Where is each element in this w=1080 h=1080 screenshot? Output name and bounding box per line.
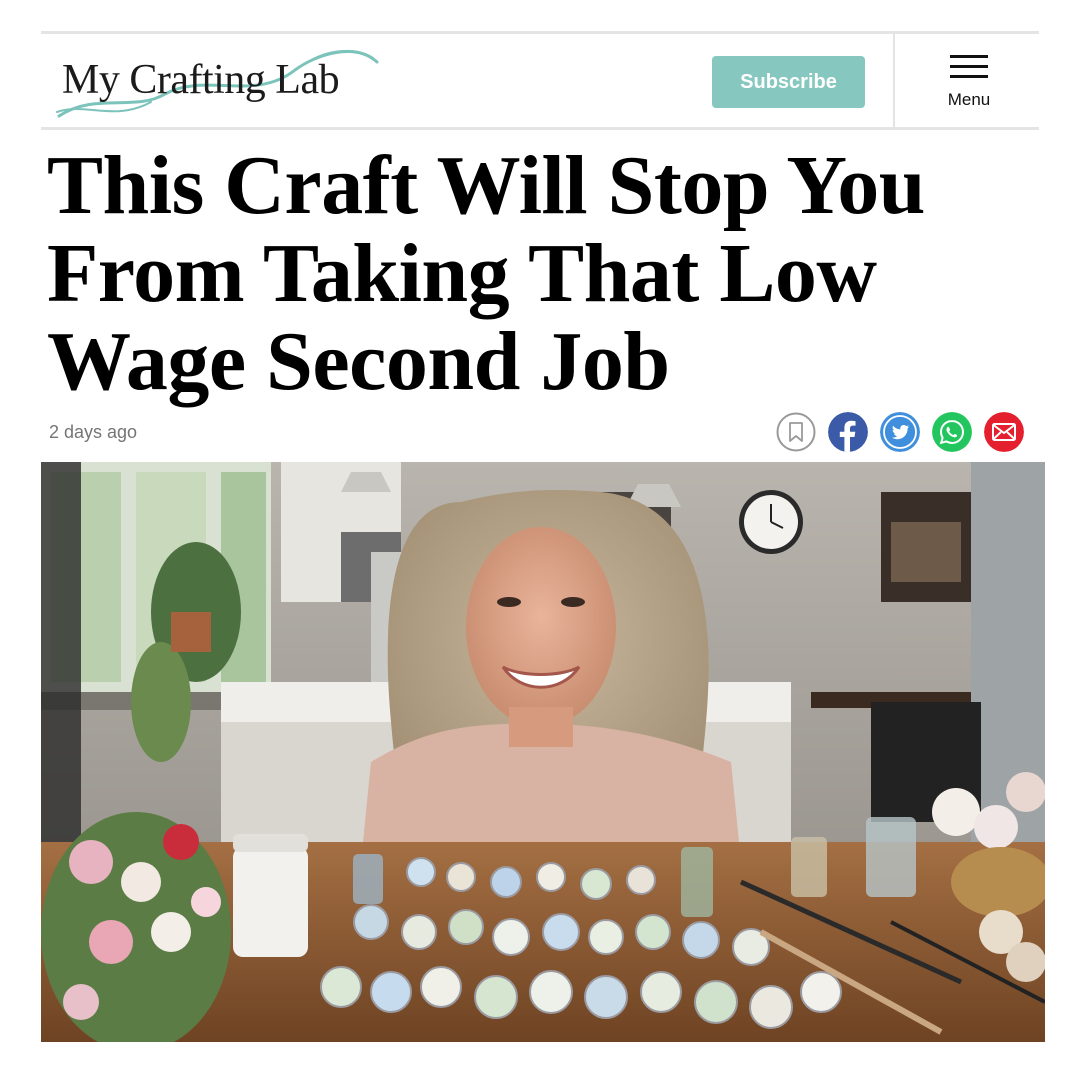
article-date: 2 days ago <box>49 422 138 442</box>
article-headline: This Craft Will Stop You From Taking Tha… <box>47 139 926 408</box>
logo-text: My Crafting Lab <box>62 57 340 103</box>
menu-label: Menu <box>947 90 991 109</box>
subscribe-button[interactable]: Subscribe <box>712 56 865 108</box>
whatsapp-icon[interactable] <box>932 412 972 452</box>
site-header: My Crafting Lab Subscribe Menu <box>41 31 1039 130</box>
photo-woman-with-pressed-flower-resin-jewelry <box>41 462 1045 1042</box>
facebook-icon[interactable] <box>828 412 868 452</box>
email-icon[interactable] <box>984 412 1024 452</box>
hamburger-icon <box>950 55 988 79</box>
twitter-icon[interactable] <box>880 412 920 452</box>
menu-button[interactable]: Menu <box>929 46 1009 112</box>
header-divider <box>893 34 895 127</box>
hero-image <box>41 462 1045 1042</box>
bookmark-icon[interactable] <box>776 412 816 452</box>
site-logo[interactable]: My Crafting Lab <box>55 42 385 124</box>
